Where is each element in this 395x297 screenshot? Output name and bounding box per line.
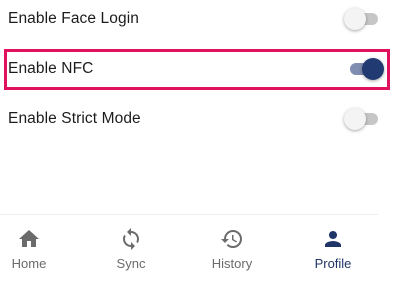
setting-label: Enable Face Login <box>8 10 139 27</box>
sync-icon <box>123 228 139 250</box>
strict-mode-toggle[interactable] <box>344 107 384 131</box>
face-login-toggle[interactable] <box>344 7 384 31</box>
nav-label: History <box>211 256 253 271</box>
nav-label: Home <box>11 256 47 271</box>
setting-label: Enable Strict Mode <box>8 110 141 127</box>
nav-label: Profile <box>314 256 352 271</box>
bottom-navigation-bar: Home Sync History Profile <box>0 214 378 297</box>
home-icon <box>19 230 39 247</box>
nav-item-history[interactable]: History <box>187 227 277 277</box>
nav-label: Sync <box>116 256 146 271</box>
history-icon <box>221 230 242 249</box>
toggle-knob <box>344 8 366 30</box>
setting-row-strict-mode[interactable]: Enable Strict Mode <box>0 97 395 141</box>
toggle-knob <box>344 108 366 130</box>
selection-highlight <box>4 49 390 90</box>
setting-row-face-login[interactable]: Enable Face Login <box>0 0 395 41</box>
nav-item-sync[interactable]: Sync <box>86 227 176 277</box>
nav-item-profile[interactable]: Profile <box>288 227 378 277</box>
person-icon <box>325 231 341 247</box>
nav-item-home[interactable]: Home <box>0 227 74 277</box>
